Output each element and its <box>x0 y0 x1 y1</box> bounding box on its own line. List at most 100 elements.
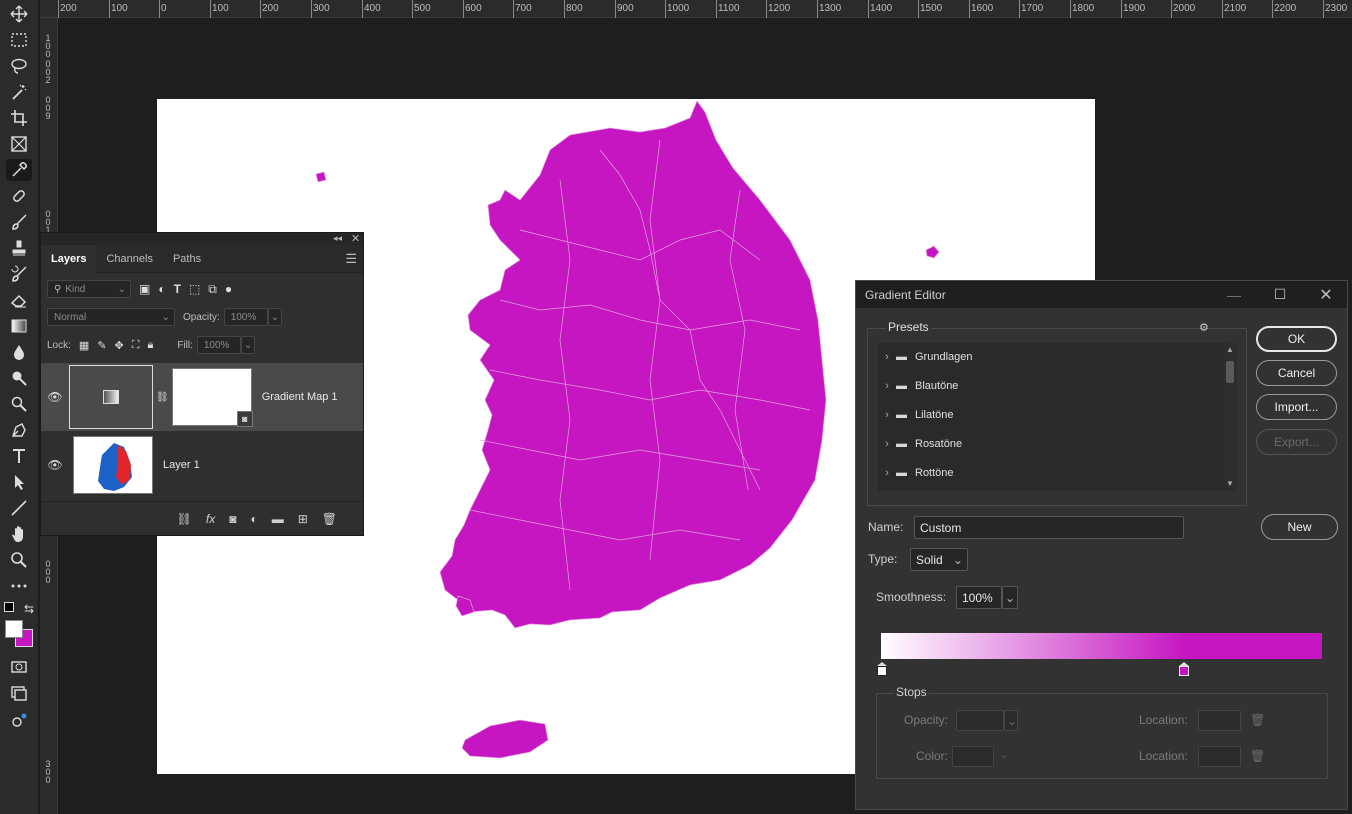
layer-name[interactable]: Layer 1 <box>163 459 200 471</box>
layer-row-gradient-map[interactable]: 👁︎ ⛓︎ ◙ Gradient Map 1 <box>41 363 363 431</box>
lock-artboard-icon[interactable]: ⛶ <box>132 339 140 352</box>
delete-layer-icon[interactable]: 🗑︎ <box>322 512 337 526</box>
delete-color-stop-icon[interactable]: 🗑︎ <box>1250 749 1265 763</box>
layer-name[interactable]: Gradient Map 1 <box>262 391 338 403</box>
opacity-dropdown-icon[interactable]: ⌄ <box>267 308 282 326</box>
cancel-button[interactable]: Cancel <box>1256 360 1337 386</box>
tab-channels[interactable]: Channels <box>96 245 162 273</box>
type-label: Type: <box>868 552 898 566</box>
chevron-right-icon: › <box>885 438 889 450</box>
preset-folder-rottone[interactable]: › ▬ Rottöne <box>878 459 1222 488</box>
export-button[interactable]: Export... <box>1256 429 1337 455</box>
mask-badge-icon: ◙ <box>236 411 253 427</box>
map-thumbnail-icon <box>98 443 132 491</box>
gradient-editor-dialog: Gradient Editor — ☐ ✕ Presets ⚙︎ › ▬ Grund… <box>855 280 1348 810</box>
fill-dropdown-icon[interactable]: ⌄ <box>240 336 255 354</box>
gradient-name-input[interactable]: Custom <box>914 516 1184 539</box>
stop-color-location-label: Location: <box>1139 749 1188 763</box>
lock-image-icon[interactable]: ✎ <box>97 339 106 352</box>
stop-color-label: Color: <box>916 749 949 763</box>
layer-mask-thumbnail[interactable]: ◙ <box>171 368 253 427</box>
gradient-preview-bar[interactable] <box>881 633 1322 659</box>
blend-mode-select[interactable]: Normal ⌄ <box>47 308 175 326</box>
tab-paths[interactable]: Paths <box>163 245 211 273</box>
gear-icon[interactable]: ⚙︎ <box>1199 321 1209 334</box>
panel-menu-icon[interactable]: ☰ <box>345 251 357 267</box>
preset-folder-rosatone[interactable]: › ▬ Rosatöne <box>878 430 1222 459</box>
preset-folder-blautone[interactable]: › ▬ Blautöne <box>878 372 1222 401</box>
new-layer-icon[interactable]: ⊞ <box>298 512 308 526</box>
delete-stop-icon[interactable]: 🗑︎ <box>1250 713 1265 727</box>
import-button[interactable]: Import... <box>1256 394 1337 420</box>
smart-object-filter-icon[interactable]: ⧉ <box>208 282 217 297</box>
chevron-right-icon: › <box>885 467 889 479</box>
lock-position-icon[interactable]: ✥ <box>115 339 124 352</box>
layer-thumbnail <box>73 436 153 494</box>
panel-tabs: Layers Channels Paths ☰ <box>41 244 363 273</box>
smoothness-dropdown-icon[interactable]: ⌄ <box>1002 586 1018 609</box>
pixel-filter-icon[interactable]: ▣ <box>139 282 150 296</box>
close-icon[interactable]: ✕ <box>1303 281 1349 308</box>
lock-all-icon[interactable]: 🔒︎ <box>147 339 153 352</box>
type-filter-icon[interactable]: T <box>174 282 181 296</box>
scroll-down-icon[interactable]: ▼ <box>1223 479 1237 488</box>
color-stop-white[interactable] <box>877 662 887 676</box>
stop-opacity-input[interactable] <box>956 710 1004 731</box>
layer-row-layer-1[interactable]: 👁︎ Layer 1 <box>41 433 363 497</box>
preset-folder-grundlagen[interactable]: › ▬ Grundlagen <box>878 343 1222 372</box>
stop-opacity-label: Opacity: <box>904 713 949 727</box>
layers-panel: ◂◂ ✕ Layers Channels Paths ☰ ⚲ Kind ⌄ ▣ … <box>40 232 364 536</box>
minimize-icon[interactable]: — <box>1211 281 1257 308</box>
link-icon[interactable]: ⛓︎ <box>156 392 169 403</box>
new-button[interactable]: New <box>1261 514 1338 540</box>
adjustment-filter-icon[interactable]: ◐ <box>158 282 165 296</box>
chevron-down-icon: ⌄ <box>161 311 170 323</box>
new-group-icon[interactable]: ▬ <box>272 512 284 526</box>
color-stop-magenta[interactable] <box>1179 662 1189 676</box>
gradient-map-icon <box>103 390 119 404</box>
opacity-input[interactable]: 100% <box>223 308 268 326</box>
dialog-title: Gradient Editor <box>865 287 946 302</box>
layers-footer: ⛓︎ fx ◙ ◐ ▬ ⊞ 🗑︎ <box>41 501 363 535</box>
smoothness-input[interactable]: 100% <box>956 586 1002 609</box>
smoothness-label: Smoothness: <box>876 590 947 604</box>
chevron-down-icon[interactable]: ⌄ <box>999 748 1008 761</box>
chevron-down-icon: ⌄ <box>117 283 126 295</box>
stop-opacity-dropdown-icon[interactable]: ⌄ <box>1004 710 1018 731</box>
lock-transparent-icon[interactable]: ▦ <box>79 339 89 352</box>
stop-location-label: Location: <box>1139 713 1188 727</box>
preset-folder-label: Rottöne <box>915 467 954 479</box>
folder-icon: ▬ <box>896 438 907 450</box>
collapse-panel-icon[interactable]: ◂◂ <box>333 233 342 244</box>
filter-row: ⚲ Kind ⌄ ▣ ◐ T ⬚ ⧉ ● <box>41 275 363 303</box>
stop-opacity-location-input[interactable] <box>1198 710 1241 731</box>
presets-scrollbar[interactable]: ▲ ▼ <box>1223 343 1237 491</box>
filter-toggle-icon[interactable]: ● <box>225 282 232 296</box>
presets-label: Presets <box>886 320 931 334</box>
maximize-icon[interactable]: ☐ <box>1257 281 1303 308</box>
panel-header-bar: ◂◂ ✕ <box>41 233 363 245</box>
stop-color-swatch[interactable] <box>952 746 994 767</box>
ok-button[interactable]: OK <box>1256 326 1337 352</box>
new-adjustment-icon[interactable]: ◐ <box>250 512 257 526</box>
shape-filter-icon[interactable]: ⬚ <box>189 282 200 296</box>
stop-color-location-input[interactable] <box>1198 746 1241 767</box>
visibility-eye-icon[interactable]: 👁︎ <box>41 458 69 472</box>
link-layers-icon[interactable]: ⛓︎ <box>177 512 192 526</box>
scroll-thumb[interactable] <box>1226 361 1234 383</box>
preset-folder-lilatone[interactable]: › ▬ Lilatöne <box>878 401 1222 430</box>
close-panel-icon[interactable]: ✕ <box>351 232 360 245</box>
dialog-titlebar: Gradient Editor — ☐ ✕ <box>856 281 1347 308</box>
fx-icon[interactable]: fx <box>206 512 215 526</box>
search-icon: ⚲ <box>54 283 62 295</box>
gradient-type-select[interactable]: Solid ⌄ <box>910 548 968 571</box>
visibility-eye-icon[interactable]: 👁︎ <box>41 390 69 404</box>
scroll-up-icon[interactable]: ▲ <box>1223 345 1237 354</box>
tab-layers[interactable]: Layers <box>41 244 97 273</box>
folder-icon: ▬ <box>896 409 907 421</box>
filter-kind-select[interactable]: ⚲ Kind ⌄ <box>47 280 131 298</box>
fill-input[interactable]: 100% <box>196 336 241 354</box>
add-mask-icon[interactable]: ◙ <box>229 512 236 526</box>
preset-folder-label: Blautöne <box>915 380 959 392</box>
folder-icon: ▬ <box>896 380 907 392</box>
